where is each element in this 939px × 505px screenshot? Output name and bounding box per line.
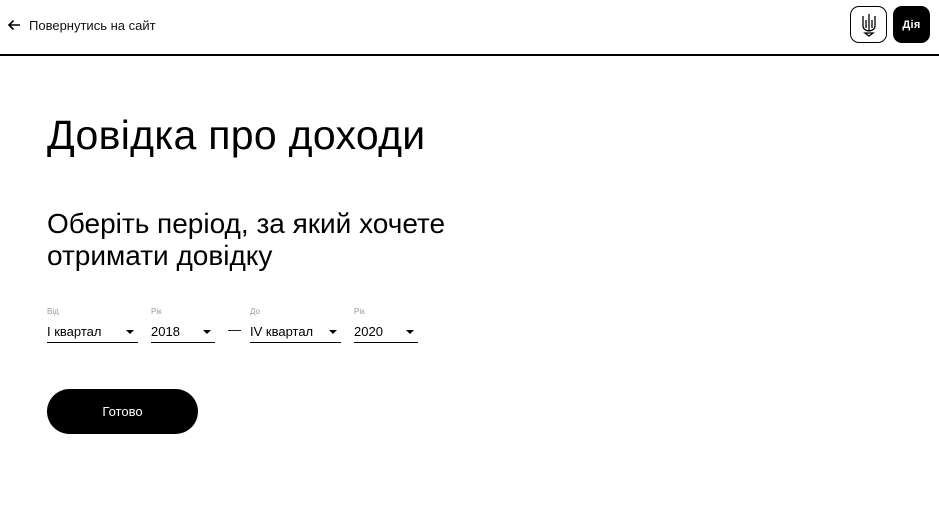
diia-logo[interactable]: Дія [893,6,930,43]
top-bar: Повернутись на сайт Дія [0,0,939,56]
to-year-label: Рік [354,307,365,316]
to-quarter-value: IV квартал [250,324,314,339]
to-year-value: 2020 [354,324,383,339]
caret-down-icon [406,329,414,334]
back-to-site-link[interactable]: Повернутись на сайт [7,14,156,36]
to-year-select[interactable]: 2020 [354,321,418,343]
caret-down-icon [126,329,134,334]
trident-icon[interactable] [850,6,887,43]
diia-logo-text: Дія [902,18,921,31]
period-separator: — [228,322,241,337]
to-year-field: Рік 2020 [354,306,418,343]
from-quarter-label: Від [47,307,59,316]
to-quarter-field: До IV квартал [250,306,341,343]
to-quarter-label: До [250,307,260,316]
to-quarter-select[interactable]: IV квартал [250,321,341,343]
trident-glyph [861,13,876,37]
arrow-left-icon [7,19,20,31]
caret-down-icon [329,329,337,334]
from-year-label: Рік [151,307,162,316]
from-quarter-value: I квартал [47,324,102,339]
period-prompt: Оберіть період, за який хочете отримати … [47,208,446,271]
back-link-label: Повернутись на сайт [29,17,156,33]
submit-button[interactable]: Готово [47,389,198,434]
caret-down-icon [203,329,211,334]
page-title: Довідка про доходи [47,112,426,158]
from-quarter-select[interactable]: I квартал [47,321,138,343]
from-year-value: 2018 [151,324,180,339]
from-quarter-field: Від I квартал [47,306,138,343]
from-year-field: Рік 2018 [151,306,215,343]
from-year-select[interactable]: 2018 [151,321,215,343]
